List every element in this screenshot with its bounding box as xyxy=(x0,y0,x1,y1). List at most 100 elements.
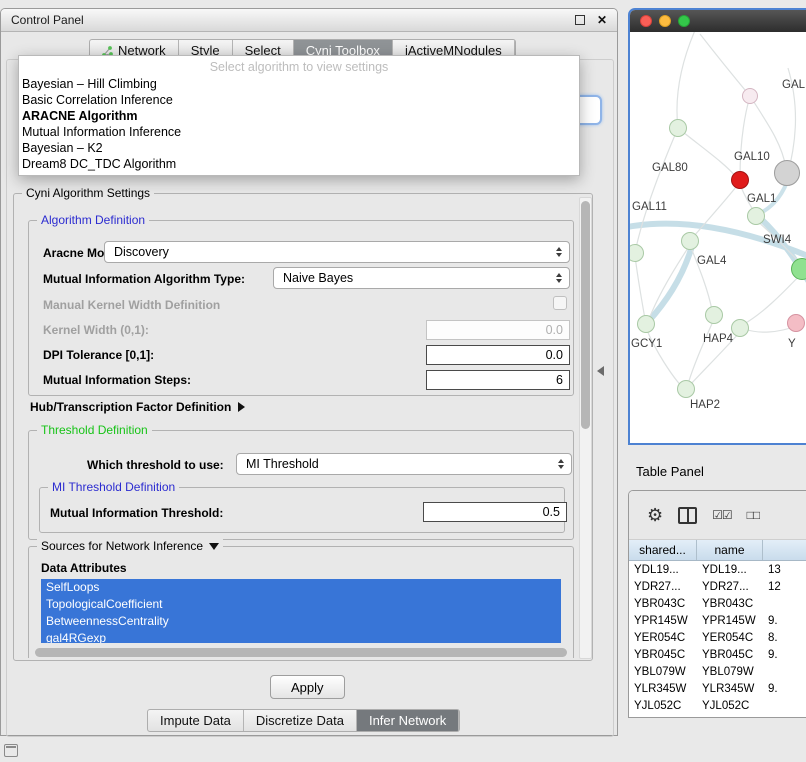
mi-steps-field[interactable]: 6 xyxy=(426,370,570,390)
table-cell: YBR045C xyxy=(697,649,763,661)
network-window-titlebar[interactable] xyxy=(630,10,806,32)
table-toolbar: ⚙ ☑☑ □□ xyxy=(629,491,806,540)
threshold-definition-group: Threshold Definition Which threshold to … xyxy=(28,430,574,540)
algorithm-definition-group: Algorithm Definition Aracne Mode: Discov… xyxy=(28,220,574,396)
network-canvas[interactable]: GALGAL80GAL10GAL11GAL1SWI4GAL4GCY1HAP4YH… xyxy=(630,32,806,445)
combo-arrows-icon xyxy=(556,273,562,283)
tab-label: Impute Data xyxy=(160,713,231,728)
algorithm-option[interactable]: Basic Correlation Inference xyxy=(19,92,579,108)
table-cell: YBR043C xyxy=(629,598,697,610)
dpi-tolerance-field[interactable]: 0.0 xyxy=(426,345,570,365)
network-node[interactable] xyxy=(791,258,806,280)
data-attributes-label: Data Attributes xyxy=(41,561,127,575)
network-node-label: HAP2 xyxy=(690,399,720,411)
group-title: MI Threshold Definition xyxy=(48,480,179,494)
network-node[interactable] xyxy=(705,306,723,324)
select-all-columns-icon[interactable]: ☑☑ xyxy=(712,508,732,522)
table-row[interactable]: YBR045C YBR045C 9. xyxy=(629,646,806,663)
table-row[interactable]: YBR043C YBR043C xyxy=(629,595,806,612)
sources-group: Sources for Network Inference Data Attri… xyxy=(28,546,574,658)
sources-group-title[interactable]: Sources for Network Inference xyxy=(37,539,223,553)
network-node[interactable] xyxy=(742,88,758,104)
table-cell: YLR345W xyxy=(629,683,697,695)
horizontal-scrollbar-thumb[interactable] xyxy=(35,648,567,657)
apply-button[interactable]: Apply xyxy=(270,675,345,699)
network-node-label: Y xyxy=(788,338,796,350)
zoom-traffic-light[interactable] xyxy=(678,15,690,27)
table-cell: 12 xyxy=(763,581,806,593)
network-node[interactable] xyxy=(731,319,749,337)
algorithm-option[interactable]: Dream8 DC_TDC Algorithm xyxy=(19,156,579,172)
settings-scrollbar-thumb[interactable] xyxy=(581,201,590,429)
close-traffic-light[interactable] xyxy=(640,15,652,27)
combo-value: MI Threshold xyxy=(246,457,319,471)
gear-icon[interactable]: ⚙ xyxy=(647,506,663,524)
deselect-all-columns-icon[interactable]: □□ xyxy=(747,508,760,522)
network-node[interactable] xyxy=(637,315,655,333)
hub-definition-toggle[interactable]: Hub/Transcription Factor Definition xyxy=(30,400,245,414)
column-header-shared-name[interactable]: shared... xyxy=(629,540,697,560)
panel-collapse-arrow[interactable] xyxy=(597,366,604,376)
mi-threshold-group: MI Threshold Definition Mutual Informati… xyxy=(39,487,565,533)
network-node[interactable] xyxy=(681,232,699,250)
table-row[interactable]: YLR345W YLR345W 9. xyxy=(629,680,806,697)
combo-arrows-icon xyxy=(556,247,562,257)
close-icon[interactable]: ✕ xyxy=(597,14,607,26)
float-panel-icon[interactable] xyxy=(575,15,585,25)
table-cell: 13 xyxy=(763,564,806,576)
dpi-tolerance-label: DPI Tolerance [0,1]: xyxy=(43,348,154,362)
restore-panel-icon[interactable] xyxy=(4,744,18,757)
table-row[interactable]: YER054C YER054C 8. xyxy=(629,629,806,646)
algorithm-option-label: ARACNE Algorithm xyxy=(22,109,138,123)
attribute-item[interactable]: BetweennessCentrality xyxy=(41,613,561,630)
network-node[interactable] xyxy=(677,380,695,398)
column-header-extra[interactable] xyxy=(763,540,806,560)
network-node[interactable] xyxy=(731,171,749,189)
columns-icon[interactable] xyxy=(678,507,697,524)
settings-scrollbar[interactable] xyxy=(579,197,592,659)
which-threshold-label: Which threshold to use: xyxy=(87,458,224,472)
group-title: Algorithm Definition xyxy=(37,213,149,227)
network-node[interactable] xyxy=(747,207,765,225)
table-row[interactable]: YJL052C YJL052C xyxy=(629,697,806,714)
combo-arrows-icon xyxy=(558,459,564,469)
network-view-window: GALGAL80GAL10GAL11GAL1SWI4GAL4GCY1HAP4YH… xyxy=(628,8,806,445)
cyni-mode-tab[interactable]: Infer Network xyxy=(357,710,459,731)
algorithm-option-label: Bayesian – K2 xyxy=(22,141,103,155)
algorithm-option[interactable]: Bayesian – Hill Climbing xyxy=(19,76,579,92)
network-node-label: SWI4 xyxy=(763,234,791,246)
network-node[interactable] xyxy=(669,119,687,137)
network-node-label: GAL xyxy=(782,79,805,91)
network-node-label: GAL4 xyxy=(697,255,726,267)
table-row[interactable]: YPR145W YPR145W 9. xyxy=(629,612,806,629)
cyni-mode-tab[interactable]: Discretize Data xyxy=(244,710,357,731)
table-cell: YBR045C xyxy=(629,649,697,661)
window-title: Control Panel xyxy=(11,13,575,27)
control-panel-titlebar[interactable]: Control Panel ✕ xyxy=(1,9,617,32)
attribute-item[interactable]: gal4RGexp xyxy=(41,630,561,643)
aracne-mode-combo[interactable]: Discovery xyxy=(104,241,570,263)
network-node[interactable] xyxy=(774,160,800,186)
attribute-item[interactable]: TopologicalCoefficient xyxy=(41,596,561,613)
group-title: Threshold Definition xyxy=(37,423,152,437)
table-row[interactable]: YDL19... YDL19... 13 xyxy=(629,561,806,578)
table-cell: 9. xyxy=(763,649,806,661)
algorithm-option[interactable]: ARACNE Algorithm xyxy=(19,108,579,124)
column-header-name[interactable]: name xyxy=(697,540,763,560)
collapse-arrow-icon xyxy=(209,543,219,550)
mi-type-combo[interactable]: Naive Bayes xyxy=(273,267,570,289)
algorithm-option[interactable]: Mutual Information Inference xyxy=(19,124,579,140)
tab-label: Discretize Data xyxy=(256,713,344,728)
table-cell: YLR345W xyxy=(697,683,763,695)
table-row[interactable]: YDR27... YDR27... 12 xyxy=(629,578,806,595)
mi-threshold-label: Mutual Information Threshold: xyxy=(50,506,223,520)
cyni-mode-tab[interactable]: Impute Data xyxy=(148,710,244,731)
network-node[interactable] xyxy=(787,314,805,332)
which-threshold-combo[interactable]: MI Threshold xyxy=(236,453,572,475)
minimize-traffic-light[interactable] xyxy=(659,15,671,27)
attribute-item[interactable]: SelfLoops xyxy=(41,579,561,596)
mi-threshold-field[interactable]: 0.5 xyxy=(423,502,567,522)
table-row[interactable]: YBL079W YBL079W xyxy=(629,663,806,680)
algorithm-option[interactable]: Bayesian – K2 xyxy=(19,140,579,156)
table-cell: YDL19... xyxy=(629,564,697,576)
